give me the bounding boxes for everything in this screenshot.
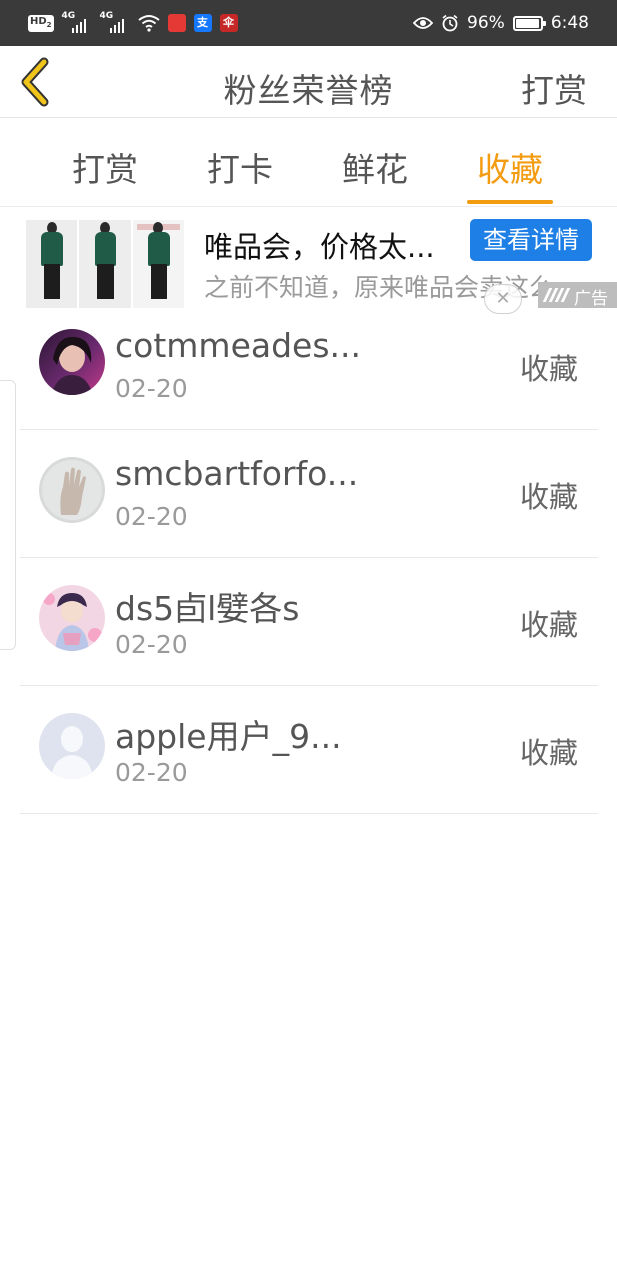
app-notification-icon <box>167 14 186 32</box>
nav-bar: 粉丝荣誉榜 打赏 <box>0 46 617 118</box>
battery-percent: 96% <box>467 13 505 33</box>
favorite-action: 收藏 <box>519 736 578 770</box>
active-tab-indicator <box>467 200 553 204</box>
user-name: ds5卣l嬖各s <box>115 589 300 628</box>
list-item[interactable]: cotmmeades... 02-20 收藏 <box>20 302 598 430</box>
favorite-date: 02-20 <box>115 758 188 787</box>
tab-label: 打卡 <box>207 150 273 189</box>
user-name: apple用户_9... <box>115 717 342 756</box>
tip-button[interactable]: 打赏 <box>521 64 587 112</box>
favorites-list: cotmmeades... 02-20 收藏 smcbartforfo... 0… <box>20 302 598 814</box>
avatar[interactable] <box>39 585 105 651</box>
battery-icon <box>512 15 546 31</box>
tab-label: 鲜花 <box>342 150 408 189</box>
tab-favorites[interactable]: 收藏 <box>465 143 555 204</box>
status-bar: HD2 4G 4G 支 伞 96% 6:48 <box>0 0 617 46</box>
alipay-icon: 支 <box>193 14 212 32</box>
avatar[interactable] <box>39 329 105 395</box>
tab-checkin[interactable]: 打卡 <box>195 143 285 191</box>
ad-label: 广告 <box>538 282 617 308</box>
favorite-action: 收藏 <box>519 480 578 514</box>
favorite-action: 收藏 <box>519 608 578 642</box>
favorite-action: 收藏 <box>519 352 578 386</box>
signal-icon: 4G <box>62 11 92 33</box>
list-item[interactable]: ds5卣l嬖各s 02-20 收藏 <box>20 558 598 686</box>
ad-thumb <box>26 220 78 308</box>
ad-title: 唯品会，价格太... <box>204 230 435 264</box>
wifi-icon <box>137 15 160 32</box>
alarm-icon <box>442 14 458 32</box>
favorite-date: 02-20 <box>115 630 188 659</box>
tab-label: 收藏 <box>477 150 543 189</box>
status-right: 96% 6:48 <box>413 10 589 36</box>
clock: 6:48 <box>550 13 589 33</box>
ad-image <box>26 220 184 308</box>
ad-thumb <box>79 220 131 308</box>
hd-icon: HD2 <box>28 14 54 32</box>
ad-close-icon[interactable]: ✕ <box>484 284 522 314</box>
user-name: cotmmeades... <box>115 326 362 365</box>
tab-label: 打赏 <box>72 150 138 189</box>
tab-tip[interactable]: 打赏 <box>60 143 150 191</box>
tab-flowers[interactable]: 鲜花 <box>330 143 420 191</box>
user-name: smcbartforfo... <box>115 454 359 493</box>
eye-icon <box>413 17 434 29</box>
view-details-button[interactable]: 查看详情 <box>470 219 592 261</box>
ad-banner[interactable]: 唯品会，价格太... 查看详情 之前不知道，原来唯品会卖这么 <box>0 208 617 310</box>
side-drawer-handle[interactable] <box>0 380 16 650</box>
umbrella-app-icon: 伞 <box>219 14 238 32</box>
ad-thumb <box>132 220 184 308</box>
favorite-date: 02-20 <box>115 502 188 531</box>
status-left: HD2 4G 4G 支 伞 <box>28 10 238 36</box>
default-avatar-icon[interactable] <box>39 713 105 779</box>
list-item[interactable]: apple用户_9... 02-20 收藏 <box>20 686 598 814</box>
signal-icon-2: 4G <box>100 11 130 33</box>
avatar[interactable] <box>39 457 105 523</box>
tab-bar: 打赏 打卡 鲜花 收藏 <box>0 119 617 207</box>
favorite-date: 02-20 <box>115 374 188 403</box>
list-item[interactable]: smcbartforfo... 02-20 收藏 <box>20 430 598 558</box>
